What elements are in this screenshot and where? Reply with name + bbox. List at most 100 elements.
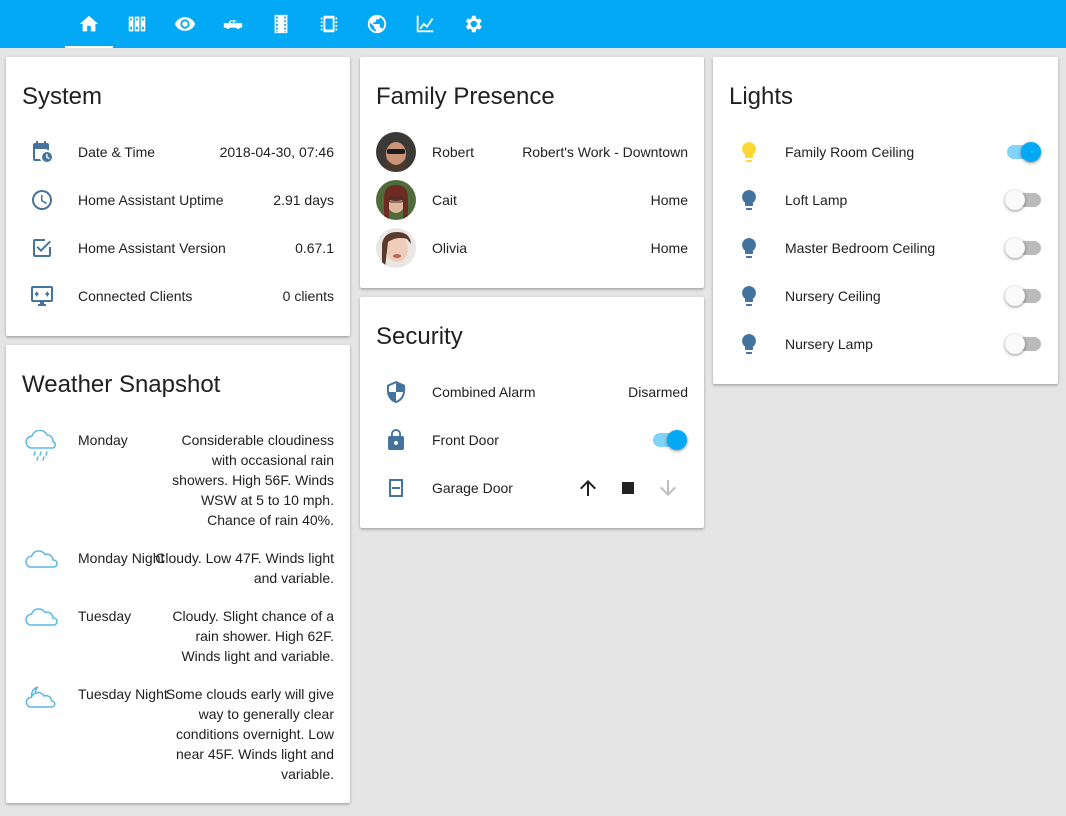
lightbulb-icon [737, 188, 761, 212]
light-toggle[interactable] [1005, 238, 1041, 258]
system-row-label: Date & Time [78, 144, 156, 160]
presence-row-olivia[interactable]: Olivia Home [360, 228, 704, 268]
lightbulb-icon [737, 140, 761, 164]
top-tab-bar [0, 0, 1066, 48]
chip-icon [320, 15, 338, 33]
light-toggle[interactable] [1005, 190, 1041, 210]
arrow-down-icon [660, 480, 676, 496]
stop-cover-button[interactable] [616, 476, 640, 500]
security-row-front-door[interactable]: Front Door [360, 420, 704, 460]
monitor-icon [30, 284, 54, 308]
weather-day: Monday Night [78, 550, 165, 566]
card-title: Family Presence [376, 83, 555, 110]
lights-card: Lights Family Room Ceiling Loft Lamp Mas… [713, 57, 1058, 384]
lock-icon [384, 428, 408, 452]
security-row-alarm[interactable]: Combined Alarm Disarmed [360, 372, 704, 412]
light-label: Nursery Lamp [785, 336, 873, 352]
lightbulb-icon [737, 332, 761, 356]
light-toggle[interactable] [1005, 286, 1041, 306]
system-row-value: 2018-04-30, 07:46 [219, 144, 334, 160]
presence-row-cait[interactable]: Cait Home [360, 180, 704, 220]
presence-name: Robert [432, 144, 475, 160]
weather-row-monday: Monday Considerable cloudiness with occa… [6, 429, 350, 530]
weather-row-monday-night: Monday Night Cloudy. Low 47F. Winds ligh… [6, 548, 350, 588]
light-label: Master Bedroom Ceiling [785, 240, 936, 256]
light-row-family-room-ceiling[interactable]: Family Room Ceiling [713, 132, 1058, 172]
library-icon [128, 16, 146, 32]
tab-car[interactable] [209, 0, 257, 48]
system-row-label: Connected Clients [78, 288, 193, 304]
checkbox-icon [30, 236, 54, 260]
front-door-toggle[interactable] [651, 430, 687, 450]
light-toggle[interactable] [1005, 334, 1041, 354]
presence-state: Home [650, 192, 688, 208]
system-row-uptime[interactable]: Home Assistant Uptime 2.91 days [6, 180, 350, 220]
weather-forecast: Considerable cloudiness with occasional … [172, 432, 334, 528]
card-title: Lights [729, 83, 794, 110]
system-row-label: Home Assistant Version [78, 240, 226, 256]
tab-chip[interactable] [305, 0, 353, 48]
car-icon [223, 20, 243, 30]
tab-library[interactable] [113, 0, 161, 48]
film-icon [274, 14, 288, 34]
system-row-clients[interactable]: Connected Clients 0 clients [6, 276, 350, 316]
stop-icon [622, 482, 634, 494]
alarm-label: Combined Alarm [432, 384, 536, 400]
light-label: Loft Lamp [785, 192, 848, 208]
system-row-date-time[interactable]: Date & Time 2018-04-30, 07:46 [6, 132, 350, 172]
presence-name: Cait [432, 192, 457, 208]
presence-state: Home [650, 240, 688, 256]
calendar-clock-icon [30, 140, 54, 164]
light-row-master-bedroom-ceiling[interactable]: Master Bedroom Ceiling [713, 228, 1058, 268]
card-title: Security [376, 323, 463, 350]
light-row-nursery-lamp[interactable]: Nursery Lamp [713, 324, 1058, 364]
garage-icon [384, 476, 408, 500]
close-cover-button[interactable] [656, 476, 680, 500]
cloud-icon [22, 548, 62, 580]
system-row-version[interactable]: Home Assistant Version 0.67.1 [6, 228, 350, 268]
family-presence-card: Family Presence Robert Robert's Work - D… [360, 57, 704, 288]
tab-settings[interactable] [449, 0, 497, 48]
presence-state: Robert's Work - Downtown [522, 144, 688, 160]
shield-icon [384, 380, 408, 404]
presence-row-robert[interactable]: Robert Robert's Work - Downtown [360, 132, 704, 172]
arrow-up-icon [580, 480, 596, 496]
weather-forecast: Cloudy. Slight chance of a rain shower. … [172, 608, 334, 664]
moon-cloud-icon [22, 684, 62, 716]
tab-globe[interactable] [353, 0, 401, 48]
tab-film[interactable] [257, 0, 305, 48]
weather-card: Weather Snapshot Monday Considerable clo… [6, 345, 350, 803]
avatar [376, 132, 416, 172]
rain-cloud-icon [22, 429, 62, 462]
card-title: Weather Snapshot [22, 371, 221, 398]
gear-icon [465, 15, 482, 33]
system-row-label: Home Assistant Uptime [78, 192, 224, 208]
weather-row-tuesday: Tuesday Cloudy. Slight chance of a rain … [6, 606, 350, 666]
tab-chart[interactable] [401, 0, 449, 48]
weather-forecast: Some clouds early will give way to gener… [165, 686, 334, 782]
light-row-loft-lamp[interactable]: Loft Lamp [713, 180, 1058, 220]
tab-home[interactable] [65, 0, 113, 48]
light-toggle[interactable] [1005, 142, 1041, 162]
alarm-state: Disarmed [628, 384, 688, 400]
card-title: System [22, 83, 103, 110]
front-door-label: Front Door [432, 432, 499, 448]
system-row-value: 2.91 days [273, 192, 334, 208]
light-label: Nursery Ceiling [785, 288, 881, 304]
security-card: Security Combined Alarm Disarmed Front D… [360, 297, 704, 528]
system-card: System Date & Time 2018-04-30, 07:46 Hom… [6, 57, 350, 336]
weather-row-tuesday-night: Tuesday Night Some clouds early will giv… [6, 684, 350, 784]
light-label: Family Room Ceiling [785, 144, 915, 160]
globe-icon [367, 14, 387, 34]
system-row-value: 0.67.1 [295, 240, 334, 256]
cloud-icon [22, 606, 62, 638]
light-row-nursery-ceiling[interactable]: Nursery Ceiling [713, 276, 1058, 316]
garage-door-label: Garage Door [432, 480, 513, 496]
weather-day: Monday [78, 432, 128, 448]
security-row-garage-door[interactable]: Garage Door [360, 468, 704, 508]
open-cover-button[interactable] [576, 476, 600, 500]
system-row-value: 0 clients [282, 288, 334, 304]
tab-eye[interactable] [161, 0, 209, 48]
presence-name: Olivia [432, 240, 468, 256]
lightbulb-icon [737, 284, 761, 308]
